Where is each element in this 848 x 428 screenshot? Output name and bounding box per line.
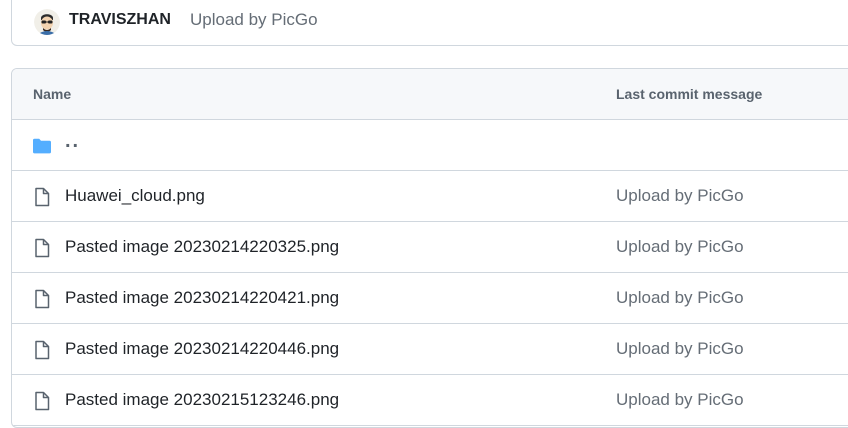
- folder-icon: [32, 136, 52, 156]
- file-icon: [32, 187, 52, 207]
- file-name-link[interactable]: Pasted image 20230214220325.png: [65, 237, 339, 257]
- table-row[interactable]: Pasted image 20230214220421.png Upload b…: [12, 273, 848, 324]
- file-name-link[interactable]: Huawei_cloud.png: [65, 186, 205, 206]
- commit-message-link[interactable]: Upload by PicGo: [616, 390, 744, 410]
- commit-message-link[interactable]: Upload by PicGo: [616, 288, 744, 308]
- commit-message-link[interactable]: Upload by PicGo: [616, 186, 744, 206]
- column-header-name: Name: [33, 86, 72, 102]
- file-icon: [32, 340, 52, 360]
- file-icon: [32, 238, 52, 258]
- author-avatar[interactable]: [34, 9, 60, 35]
- file-name-link[interactable]: Pasted image 20230214220446.png: [65, 339, 339, 359]
- commit-message-link[interactable]: Upload by PicGo: [190, 10, 318, 30]
- commit-message-link[interactable]: Upload by PicGo: [616, 237, 744, 257]
- table-row[interactable]: Pasted image 20230214220325.png Upload b…: [12, 222, 848, 273]
- file-name-link[interactable]: Pasted image 20230214220421.png: [65, 288, 339, 308]
- file-name-link[interactable]: Pasted image 20230215123246.png: [65, 390, 339, 410]
- file-table: Name Last commit message .. Huawei_cloud…: [11, 68, 848, 428]
- column-header-last-commit-message: Last commit message: [616, 86, 763, 102]
- table-row[interactable]: Pasted image 20230215123246.png Upload b…: [12, 375, 848, 426]
- commit-author-link[interactable]: TRAVISZHAN: [69, 10, 171, 30]
- parent-directory-link[interactable]: ..: [65, 131, 80, 151]
- latest-commit-bar: TRAVISZHAN Upload by PicGo: [11, 0, 848, 46]
- commit-message-link[interactable]: Upload by PicGo: [616, 339, 744, 359]
- table-row[interactable]: Pasted image 20230214220446.png Upload b…: [12, 324, 848, 375]
- file-icon: [32, 289, 52, 309]
- table-header: Name Last commit message: [12, 69, 848, 120]
- parent-directory-row[interactable]: ..: [12, 120, 848, 171]
- file-icon: [32, 391, 52, 411]
- table-row[interactable]: Huawei_cloud.png Upload by PicGo: [12, 171, 848, 222]
